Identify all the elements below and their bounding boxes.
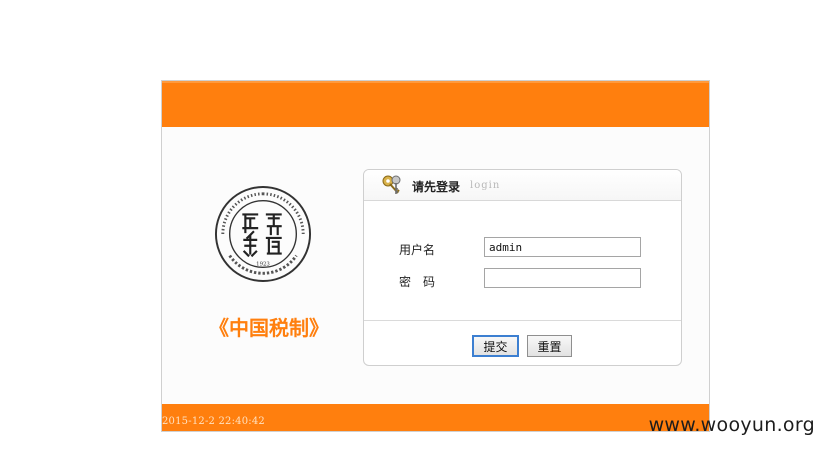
watermark-text: www.wooyun.org (648, 414, 815, 436)
username-label: 用户名 (399, 243, 436, 257)
top-banner (162, 81, 709, 127)
login-subtitle: login (470, 180, 501, 191)
university-seal-logo: 1923 (214, 185, 312, 283)
login-panel-header: 请先登录 login (364, 170, 681, 201)
password-input[interactable] (484, 268, 641, 288)
key-icon (382, 175, 401, 194)
password-label: 密码 (399, 275, 448, 289)
seal-year-text: 1923 (256, 261, 270, 267)
course-title: 《中国税制》 (209, 316, 329, 340)
footer-timestamp: 2015-12-2 22:40:42 (162, 416, 265, 427)
reset-button[interactable]: 重置 (527, 335, 572, 357)
login-page-frame: 1923 《中国税制》 请先登录 login 用户名 密码 提交 重置 2015… (161, 80, 710, 432)
submit-button[interactable]: 提交 (472, 335, 519, 357)
bottom-banner: 2015-12-2 22:40:42 (162, 404, 709, 431)
login-title: 请先登录 (412, 180, 461, 194)
login-panel: 请先登录 login 用户名 密码 提交 重置 (363, 169, 682, 366)
panel-divider (364, 320, 681, 321)
username-input[interactable] (484, 237, 641, 257)
